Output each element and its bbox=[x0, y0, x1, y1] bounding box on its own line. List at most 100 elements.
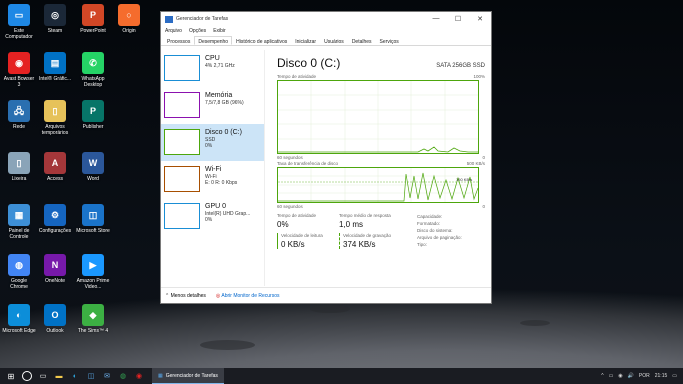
task-manager-window[interactable]: Gerenciador de Tarefas — ☐ ✕ Arquivo Opç… bbox=[160, 11, 492, 304]
edge-button[interactable]: ◐ bbox=[68, 369, 82, 383]
tray-battery-icon[interactable]: ▭ bbox=[609, 373, 614, 379]
sidebar-item-sub1: 7,5/7,8 GB (96%) bbox=[205, 100, 244, 106]
menu-opcoes[interactable]: Opções bbox=[189, 28, 206, 34]
desktop-icon-publisher[interactable]: P Publisher bbox=[76, 100, 110, 130]
desktop-icon-lixeira[interactable]: ▯ Lixeira bbox=[2, 152, 36, 182]
tab-usuarios[interactable]: Usuários bbox=[320, 36, 348, 45]
notifications-icon[interactable]: ▭ bbox=[672, 373, 677, 379]
steam-icon: ◎ bbox=[44, 4, 66, 26]
response-value: 1,0 ms bbox=[339, 220, 364, 229]
tab-historico[interactable]: Histórico de aplicativos bbox=[232, 36, 291, 45]
desktop-icon-label: Microsoft Store bbox=[76, 228, 110, 234]
transfer-graph-plot: 150 KB/s bbox=[278, 168, 478, 202]
sidebar-item-gpu-0[interactable]: GPU 0 Intel(R) UHD Grap... 0% bbox=[161, 198, 264, 235]
avast-button[interactable]: ◉ bbox=[132, 369, 146, 383]
desktop-icon-whatsapp[interactable]: ✆ WhatsApp Desktop bbox=[76, 52, 110, 88]
sidebar-item-text: CPU 4% 2,71 GHz bbox=[205, 55, 235, 87]
file-explorer-button[interactable]: ▬ bbox=[52, 369, 66, 383]
taskbar-task-manager[interactable]: ▦ Gerenciador de Tarefas bbox=[152, 368, 224, 384]
sidebar-item-mem-ria[interactable]: Memória 7,5/7,8 GB (96%) bbox=[161, 87, 264, 124]
resource-monitor-icon: ◎ bbox=[215, 292, 221, 299]
sidebar-thumbnail-graph bbox=[164, 203, 200, 229]
close-button[interactable]: ✕ bbox=[469, 15, 491, 23]
disk-title: Disco 0 (C:) bbox=[277, 56, 341, 70]
edge-icon: ◐ bbox=[72, 372, 78, 380]
chrome-icon: ◍ bbox=[119, 373, 127, 380]
painel-controle-icon: ▦ bbox=[8, 204, 30, 226]
desktop-icon-avast[interactable]: ◉ Avast Bowser 3 bbox=[2, 52, 36, 88]
desktop-icon-label: Lixeira bbox=[11, 176, 27, 182]
tray-expand-icon[interactable]: ^ bbox=[601, 373, 603, 379]
sidebar-item-wi-fi[interactable]: Wi-Fi Wi-Fi E: 0 R: 0 Kbps bbox=[161, 161, 264, 198]
tray-language[interactable]: POR bbox=[639, 373, 650, 379]
taskbar-task-label: Gerenciador de Tarefas bbox=[165, 372, 218, 379]
resource-sidebar: CPU 4% 2,71 GHz Memória 7,5/7,8 GB (96%) Dis… bbox=[161, 50, 265, 286]
intel-graphics-icon: ▤ bbox=[44, 52, 66, 74]
store-button[interactable]: ◫ bbox=[84, 369, 98, 383]
desktop-icon-intel-graphics[interactable]: ▤ Intel® Gráfic... bbox=[38, 52, 72, 82]
windows-logo-icon: ⊞ bbox=[7, 371, 15, 381]
desktop-icon-microsoft-edge[interactable]: ◐ Microsoft Edge bbox=[2, 304, 36, 334]
sidebar-item-sub2: 0% bbox=[205, 217, 213, 223]
desktop-icon-outlook[interactable]: O Outlook bbox=[38, 304, 72, 334]
resource-monitor-link[interactable]: ◎ Abrir Monitor de Recursos bbox=[216, 293, 280, 299]
tray-volume-icon[interactable]: 🔊 bbox=[628, 373, 634, 379]
desktop-icon-label: Access bbox=[46, 176, 64, 182]
sidebar-item-text: Wi-Fi Wi-Fi E: 0 R: 0 Kbps bbox=[205, 166, 237, 198]
menu-exibir[interactable]: Exibir bbox=[213, 28, 226, 34]
desktop-icon-este-computador[interactable]: ▭ Este Computador bbox=[2, 4, 36, 40]
start-button[interactable]: ⊞ bbox=[4, 369, 18, 383]
sidebar-item-disco-0-c-[interactable]: Disco 0 (C:) SSD 0% bbox=[161, 124, 264, 161]
desktop-icon-access[interactable]: A Access bbox=[38, 152, 72, 182]
search-button[interactable] bbox=[20, 369, 34, 383]
desktop-icon-powerpoint[interactable]: P PowerPoint bbox=[76, 4, 110, 34]
tray-network-icon[interactable]: ◉ bbox=[618, 373, 622, 379]
disk-model: SATA 256GB SSD bbox=[436, 63, 485, 69]
maximize-button[interactable]: ☐ bbox=[447, 15, 469, 23]
desktop-icon-microsoft-store[interactable]: ◫ Microsoft Store bbox=[76, 204, 110, 234]
desktop-icon-rede[interactable]: 🖧 Rede bbox=[2, 100, 36, 130]
desktop-icon-onenote[interactable]: N OneNote bbox=[38, 254, 72, 284]
graph2-marker: 150 KB/s bbox=[456, 177, 472, 182]
system-tray: ^ ▭ ◉ 🔊 POR 21:15 ▭ bbox=[601, 373, 683, 379]
word-icon: W bbox=[82, 152, 104, 174]
minimize-button[interactable]: — bbox=[425, 15, 447, 23]
clock[interactable]: 21:15 bbox=[655, 373, 668, 379]
less-details-link[interactable]: ⌃ Menos detalhes bbox=[165, 293, 206, 299]
desktop-icon-steam[interactable]: ◎ Steam bbox=[38, 4, 72, 34]
mail-button[interactable]: ✉ bbox=[100, 369, 114, 383]
desktop-icon-label: PowerPoint bbox=[80, 28, 106, 34]
task-view-button[interactable]: ▭ bbox=[36, 369, 50, 383]
sidebar-item-cpu[interactable]: CPU 4% 2,71 GHz bbox=[161, 50, 264, 87]
desktop-icon-label: Google Chrome bbox=[10, 278, 28, 290]
arquivos-icon: ▯ bbox=[44, 100, 66, 122]
rede-icon: 🖧 bbox=[8, 100, 30, 122]
desktop-icon-the-sims-4[interactable]: ◆ The Sims™ 4 bbox=[76, 304, 110, 334]
desktop-icon-origin[interactable]: ○ Origin bbox=[112, 4, 146, 34]
tab-inicializar[interactable]: Inicializar bbox=[291, 36, 320, 45]
desktop-icon-label: Outlook bbox=[46, 328, 64, 334]
desktop-icon-configuracoes[interactable]: ⚙ Configurações bbox=[38, 204, 72, 234]
sidebar-item-name: Memória bbox=[205, 92, 233, 99]
sidebar-item-sub1: 4% 2,71 GHz bbox=[205, 63, 235, 69]
chrome-button[interactable]: ◍ bbox=[116, 369, 130, 383]
tab-detalhes[interactable]: Detalhes bbox=[348, 36, 376, 45]
desktop-icon-word[interactable]: W Word bbox=[76, 152, 110, 182]
prime-video-icon: ▶ bbox=[82, 254, 104, 276]
desktop-icon-label: Painel de Controle bbox=[8, 228, 30, 240]
task-manager-icon bbox=[165, 15, 173, 23]
tab-processos[interactable]: Processos bbox=[163, 36, 194, 45]
menu-arquivo[interactable]: Arquivo bbox=[165, 28, 182, 34]
desktop-icon-label: Amazon Prime Video... bbox=[76, 278, 110, 290]
sidebar-thumbnail-graph bbox=[164, 92, 200, 118]
desktop-icon-google-chrome[interactable]: ◍ Google Chrome bbox=[2, 254, 36, 290]
transfer-graph: 150 KB/s bbox=[277, 167, 479, 203]
desktop-icon-label: Arquivos temporários bbox=[41, 124, 69, 136]
title-bar[interactable]: Gerenciador de Tarefas — ☐ ✕ bbox=[161, 12, 491, 26]
tab-desempenho[interactable]: Desempenho bbox=[194, 36, 233, 45]
desktop-icon-arquivos[interactable]: ▯ Arquivos temporários bbox=[38, 100, 72, 136]
configuracoes-icon: ⚙ bbox=[44, 204, 66, 226]
desktop-icon-painel-controle[interactable]: ▦ Painel de Controle bbox=[2, 204, 36, 240]
desktop-icon-prime-video[interactable]: ▶ Amazon Prime Video... bbox=[76, 254, 110, 290]
tab-servicos[interactable]: Serviços bbox=[376, 36, 403, 45]
